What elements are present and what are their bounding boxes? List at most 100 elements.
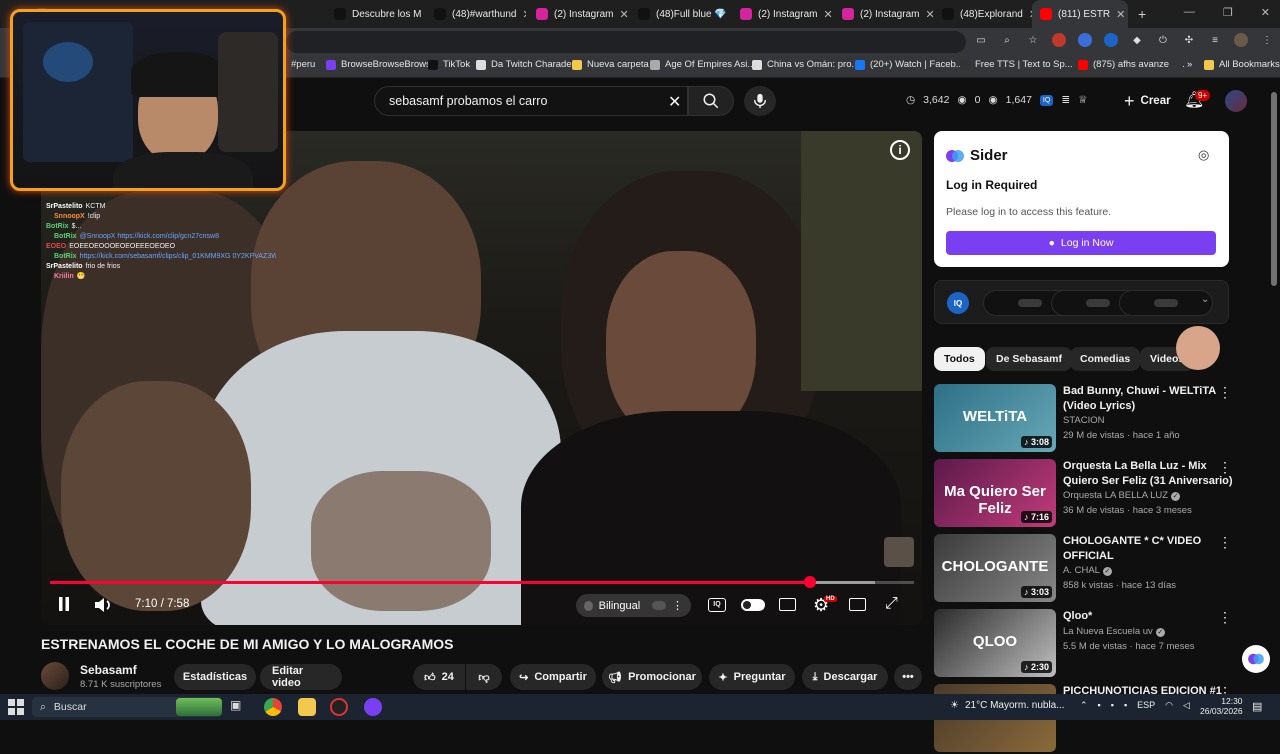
bookmark-item[interactable]: »: [1172, 59, 1192, 70]
iq-icon[interactable]: IQ: [1039, 94, 1054, 106]
sider-app-icon[interactable]: [364, 698, 382, 716]
download-button[interactable]: ⤓ Descargar: [802, 664, 888, 690]
bookmark-item[interactable]: BrowseBrowseBrowse: [326, 59, 436, 70]
recommendation-title[interactable]: Bad Bunny, Chuwi - WELTiTA (Video Lyrics…: [1063, 384, 1233, 414]
extension-diamond-icon[interactable]: ◆: [1130, 33, 1144, 47]
weather-widget[interactable]: ☀ 21°C Mayorm. nubla...: [950, 700, 1065, 711]
recommendation-item[interactable]: QLOO ♪ 2:30 Qloo* La Nueva Escuela uv ✓ 5.5 M…: [934, 609, 1264, 679]
minimize-icon[interactable]: —: [1184, 6, 1195, 19]
iq-chevron-down-icon[interactable]: ⌄: [1201, 294, 1209, 305]
bookmark-item[interactable]: Free TTS | Text to Sp...: [960, 59, 1073, 70]
maximize-icon[interactable]: ❐: [1223, 6, 1233, 19]
more-vert-icon[interactable]: ⋮: [1218, 384, 1232, 401]
fullscreen-icon[interactable]: ⤢: [885, 595, 898, 613]
bookmark-item[interactable]: (20+) Watch | Faceb...: [855, 59, 964, 70]
tab-close-icon[interactable]: ✕: [823, 8, 832, 21]
sider-floating-button[interactable]: [1242, 645, 1270, 673]
filter-chip[interactable]: De Sebasamf: [986, 347, 1072, 371]
volume-icon[interactable]: [93, 596, 113, 617]
chrome-icon[interactable]: [264, 698, 282, 716]
edit-video-button[interactable]: Editar video: [260, 664, 342, 690]
clear-search-icon[interactable]: ✕: [668, 92, 681, 112]
promote-button[interactable]: 📢︎ Promocionar: [602, 664, 702, 690]
reading-list-icon[interactable]: ≡: [1208, 33, 1222, 47]
filter-chip[interactable]: Comedias: [1070, 347, 1141, 371]
search-input[interactable]: sebasamf probamos el carro: [374, 86, 688, 116]
recommendation-thumbnail[interactable]: Ma Quiero Ser Feliz ♪ 7:16: [934, 459, 1056, 527]
new-tab-button[interactable]: +: [1138, 6, 1146, 22]
recommendation-channel[interactable]: STACION: [1063, 415, 1105, 426]
pause-icon[interactable]: [57, 596, 71, 615]
search-button[interactable]: [688, 86, 734, 116]
like-button[interactable]: 👍︎ 24: [413, 664, 465, 690]
progress-knob[interactable]: [803, 576, 816, 588]
browser-tab[interactable]: (811) ESTR ✕: [1032, 0, 1128, 28]
recommendation-channel[interactable]: Orquesta LA BELLA LUZ ✓: [1063, 490, 1181, 501]
autoplay-toggle[interactable]: [741, 599, 765, 611]
recommendation-item[interactable]: WELTiTA ♪ 3:08 Bad Bunny, Chuwi - WELTiTA …: [934, 384, 1264, 454]
bilingual-switch[interactable]: [652, 601, 666, 610]
tray-app-2-icon[interactable]: ▪: [1111, 700, 1114, 711]
list-icon[interactable]: ≣: [1061, 94, 1070, 106]
bookmark-item[interactable]: Da Twitch Charades: [476, 59, 576, 70]
iq-player-icon[interactable]: IQ: [708, 598, 726, 612]
recommendation-channel[interactable]: La Nueva Escuela uv ✓: [1063, 626, 1165, 637]
bookmark-item[interactable]: Nueva carpeta: [572, 59, 649, 70]
recommendation-title[interactable]: Qloo*: [1063, 609, 1233, 624]
filter-chip[interactable]: Todos: [934, 347, 985, 371]
puzzle-icon[interactable]: ✣: [1182, 33, 1196, 47]
bilingual-menu-icon[interactable]: ⋮: [672, 599, 683, 612]
browser-tab[interactable]: Descubre los M✕: [326, 0, 426, 28]
menu-dots-icon[interactable]: ⋮: [1260, 33, 1274, 47]
extension-iq-icon[interactable]: [1104, 33, 1118, 47]
extension-red-icon[interactable]: [1052, 33, 1066, 47]
dislike-button[interactable]: 👎︎: [466, 664, 502, 690]
sider-settings-icon[interactable]: ◎: [1198, 147, 1209, 163]
channel-name[interactable]: Sebasamf: [80, 663, 137, 677]
profile-icon[interactable]: [1234, 33, 1248, 47]
recommendation-item[interactable]: CHOLOGANTE ♪ 3:03 CHOLOGANTE * C* VIDEO OF…: [934, 534, 1264, 604]
tab-close-icon[interactable]: ✕: [925, 8, 934, 21]
more-vert-icon[interactable]: ⋮: [1218, 459, 1232, 476]
iq-badge-icon[interactable]: IQ: [947, 292, 969, 314]
recommendation-channel[interactable]: A. CHAL ✓: [1063, 565, 1112, 576]
omnibox[interactable]: [286, 31, 966, 53]
extension-off-icon[interactable]: ⏻: [1156, 33, 1170, 47]
ask-button[interactable]: ✦ Preguntar: [709, 664, 795, 690]
task-view-icon[interactable]: ▣: [230, 698, 248, 716]
tab-close-icon[interactable]: ✕: [1116, 8, 1125, 21]
more-vert-icon[interactable]: ⋮: [1218, 609, 1232, 626]
bookmark-item[interactable]: (875) afhs avanze 2...: [1078, 59, 1185, 70]
recommendation-thumbnail[interactable]: WELTiTA ♪ 3:08: [934, 384, 1056, 452]
bookmark-item[interactable]: TikTok: [428, 59, 470, 70]
cast-icon[interactable]: ▭: [974, 33, 988, 47]
user-avatar[interactable]: [1225, 90, 1247, 112]
tab-close-icon[interactable]: ✕: [619, 8, 628, 21]
tray-app-3-icon[interactable]: ▪: [1124, 700, 1127, 711]
recommendation-item[interactable]: Ma Quiero Ser Feliz ♪ 7:16 Orquesta La Bel…: [934, 459, 1264, 529]
recommendation-title[interactable]: CHOLOGANTE * C* VIDEO OFFICIAL: [1063, 534, 1233, 564]
tray-app-1-icon[interactable]: ▪: [1098, 700, 1101, 711]
bookmark-item[interactable]: China vs Omán: pro...: [752, 59, 859, 70]
progress-bar[interactable]: [50, 576, 914, 588]
obs-icon[interactable]: [330, 698, 348, 716]
voice-search-button[interactable]: [744, 86, 776, 116]
create-button[interactable]: + Crear: [1112, 86, 1183, 116]
tab-close-icon[interactable]: ✕: [522, 8, 526, 21]
file-explorer-icon[interactable]: [298, 698, 316, 716]
browser-tab[interactable]: (2) Instagram ✕: [834, 0, 934, 28]
recommendation-title[interactable]: Orquesta La Bella Luz - Mix Quiero Ser F…: [1063, 459, 1233, 489]
bilingual-toggle[interactable]: Bilingual ⋮: [576, 594, 691, 617]
recommendation-thumbnail[interactable]: CHOLOGANTE ♪ 3:03: [934, 534, 1056, 602]
star-icon[interactable]: ☆: [1026, 33, 1040, 47]
bookmark-item[interactable]: Age Of Empires Asi...: [650, 59, 755, 70]
more-vert-icon[interactable]: ⋮: [1218, 534, 1232, 551]
zoom-icon[interactable]: ⌕: [1000, 33, 1014, 47]
taskbar-clock[interactable]: 12:30 26/03/2026: [1200, 696, 1243, 716]
windows-start-icon[interactable]: [8, 699, 24, 715]
trophy-icon[interactable]: ♕: [1078, 94, 1087, 106]
tray-chevron-icon[interactable]: ⌃: [1080, 700, 1088, 711]
share-button[interactable]: ↪ Compartir: [510, 664, 596, 690]
recommendation-thumbnail[interactable]: QLOO ♪ 2:30: [934, 609, 1056, 677]
more-actions-button[interactable]: •••: [894, 664, 922, 690]
